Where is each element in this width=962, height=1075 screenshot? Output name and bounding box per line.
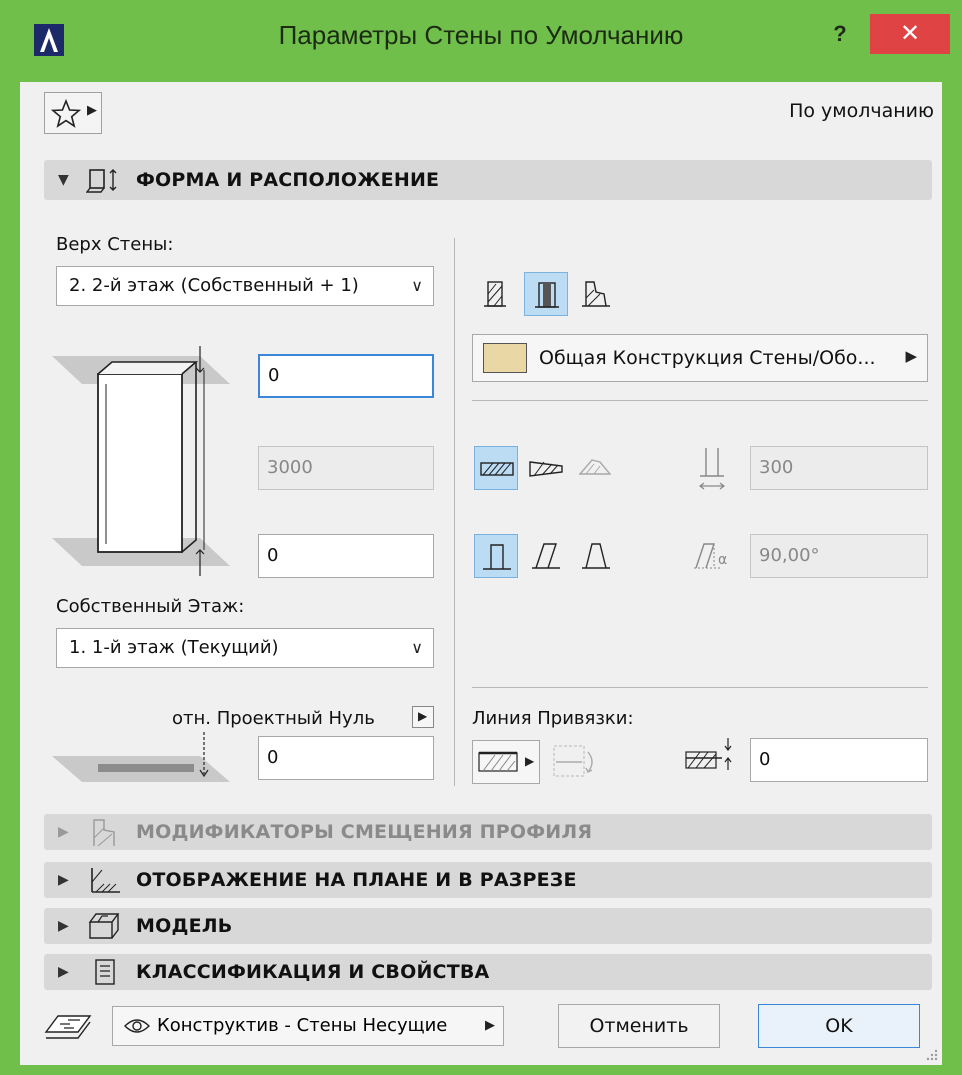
expand-right-icon: ▶ (58, 872, 69, 888)
profile-modifiers-icon (93, 819, 115, 847)
expand-right-icon: ▶ (58, 824, 69, 840)
home-story-select[interactable]: 1. 1-й этаж (Текущий) ∨ (56, 628, 434, 668)
reference-level-label: отн. Проектный Нуль (172, 708, 375, 729)
reference-level-diagram-icon (52, 732, 230, 782)
section-plan-section-label: ОТОБРАЖЕНИЕ НА ПЛАНЕ И В РАЗРЕЗЕ (136, 869, 577, 891)
angle-icon: α (694, 543, 727, 569)
triangle-right-icon: ▶ (485, 1018, 495, 1033)
height-input[interactable]: 3000 (258, 446, 434, 490)
straight-wall-icon (484, 281, 506, 307)
thickness-input[interactable]: 300 (750, 446, 928, 490)
section-model-label: МОДЕЛЬ (136, 915, 233, 937)
geometry-profile-button[interactable] (574, 272, 618, 316)
angle-input[interactable]: 90,00° (750, 534, 928, 578)
expand-right-icon: ▶ (58, 964, 69, 980)
default-label: По умолчанию (789, 100, 934, 122)
flip-reference-line-icon[interactable] (552, 742, 602, 782)
cancel-button[interactable]: Отменить (558, 1004, 720, 1048)
top-offset-input[interactable]: 0 (258, 354, 434, 398)
dialog-client: ▶ По умолчанию ▼ ФОРМА И РАСПОЛОЖЕНИЕ Ве… (20, 82, 942, 1065)
uniform-thickness-icon (480, 462, 514, 476)
eye-icon (124, 1019, 150, 1033)
expand-down-icon: ▼ (58, 172, 69, 188)
reference-line-icon (478, 751, 518, 772)
favorites-arrow-icon: ▶ (87, 103, 97, 118)
resize-grip-icon[interactable] (924, 1047, 938, 1061)
right-separator-2 (472, 687, 928, 688)
slant-slanted-button[interactable] (524, 534, 568, 578)
title-bar[interactable]: Параметры Стены по Умолчанию ? ✕ (0, 0, 962, 82)
home-story-label: Собственный Этаж: (56, 596, 245, 617)
ok-button[interactable]: OK (758, 1004, 920, 1048)
help-button[interactable]: ? (820, 16, 860, 52)
slant-vertical-button[interactable] (474, 534, 518, 578)
svg-text:α: α (718, 552, 727, 568)
plan-section-icon (91, 868, 120, 893)
document-icon (95, 959, 115, 985)
reference-line-offset-input[interactable]: 0 (750, 738, 928, 782)
composite-wall-icon (535, 282, 559, 308)
expand-right-icon: ▶ (58, 918, 69, 934)
section-classification-label: КЛАССИФИКАЦИЯ И СВОЙСТВА (136, 961, 490, 983)
double-slanted-wall-icon (582, 543, 610, 569)
structure-swatch-icon (483, 343, 527, 373)
section-profile-modifiers-header: ▶ МОДИФИКАТОРЫ СМЕЩЕНИЯ ПРОФИЛЯ (44, 814, 932, 850)
slanted-wall-icon (532, 543, 560, 569)
layer-name: Конструктив - Стены Несущие (157, 1015, 448, 1036)
section-model-header[interactable]: ▶ МОДЕЛЬ (44, 908, 932, 944)
thickness-icon (699, 448, 725, 490)
geometry-straight-button[interactable] (474, 272, 518, 316)
thickness-polygon-button[interactable] (574, 446, 618, 490)
thickness-trapezoid-button[interactable] (524, 446, 568, 490)
dialog-window: Параметры Стены по Умолчанию ? ✕ ▶ По ум… (0, 0, 962, 1075)
structure-name: Общая Конструкция Стены/Обо... (539, 347, 876, 369)
vertical-wall-icon (483, 544, 511, 570)
chevron-down-icon: ∨ (411, 276, 423, 295)
section-shape-label: ФОРМА И РАСПОЛОЖЕНИЕ (136, 169, 440, 191)
profile-wall-icon (582, 281, 610, 307)
reference-level-input[interactable]: 0 (258, 736, 434, 780)
reference-line-offset-icon (685, 738, 732, 770)
favorites-button[interactable]: ▶ (44, 92, 102, 134)
home-story-select-value: 1. 1-й этаж (Текущий) (69, 637, 279, 658)
triangle-right-icon: ▶ (905, 347, 917, 365)
triangle-right-icon: ▶ (418, 709, 428, 723)
window-title: Параметры Стены по Умолчанию (278, 20, 684, 50)
layer-selector-button[interactable]: Конструктив - Стены Несущие ▶ (112, 1006, 504, 1046)
layers-icon[interactable] (40, 1006, 96, 1046)
section-shape-header[interactable]: ▼ ФОРМА И РАСПОЛОЖЕНИЕ (44, 160, 932, 200)
model-box-icon (88, 913, 120, 939)
chevron-down-icon: ∨ (411, 638, 423, 657)
reference-level-button[interactable]: ▶ (412, 706, 434, 728)
triangle-right-icon: ▶ (525, 754, 535, 768)
slant-double-button[interactable] (574, 534, 618, 578)
column-separator (454, 238, 455, 786)
section-profile-modifiers-label: МОДИФИКАТОРЫ СМЕЩЕНИЯ ПРОФИЛЯ (136, 821, 593, 843)
section-classification-header[interactable]: ▶ КЛАССИФИКАЦИЯ И СВОЙСТВА (44, 954, 932, 990)
reference-line-button[interactable]: ▶ (472, 740, 540, 784)
trapezoid-thickness-icon (529, 461, 563, 477)
top-select-value: 2. 2-й этаж (Собственный + 1) (69, 275, 359, 296)
wall-diagram-icon (52, 346, 230, 576)
top-select[interactable]: 2. 2-й этаж (Собственный + 1) ∨ (56, 266, 434, 306)
close-button[interactable]: ✕ (870, 14, 950, 54)
polygon-thickness-icon (578, 459, 612, 475)
top-label: Верх Стены: (56, 234, 174, 255)
geometry-composite-button[interactable] (524, 272, 568, 316)
structure-selector-button[interactable]: Общая Конструкция Стены/Обо... ▶ (472, 334, 928, 382)
right-separator-1 (472, 400, 928, 401)
thickness-uniform-button[interactable] (474, 446, 518, 490)
star-icon (51, 99, 81, 128)
section-plan-section-header[interactable]: ▶ ОТОБРАЖЕНИЕ НА ПЛАНЕ И В РАЗРЕЗЕ (44, 862, 932, 898)
reference-line-label: Линия Привязки: (472, 708, 634, 729)
bottom-offset-input[interactable]: 0 (258, 534, 434, 578)
shape-position-icon (86, 169, 117, 193)
